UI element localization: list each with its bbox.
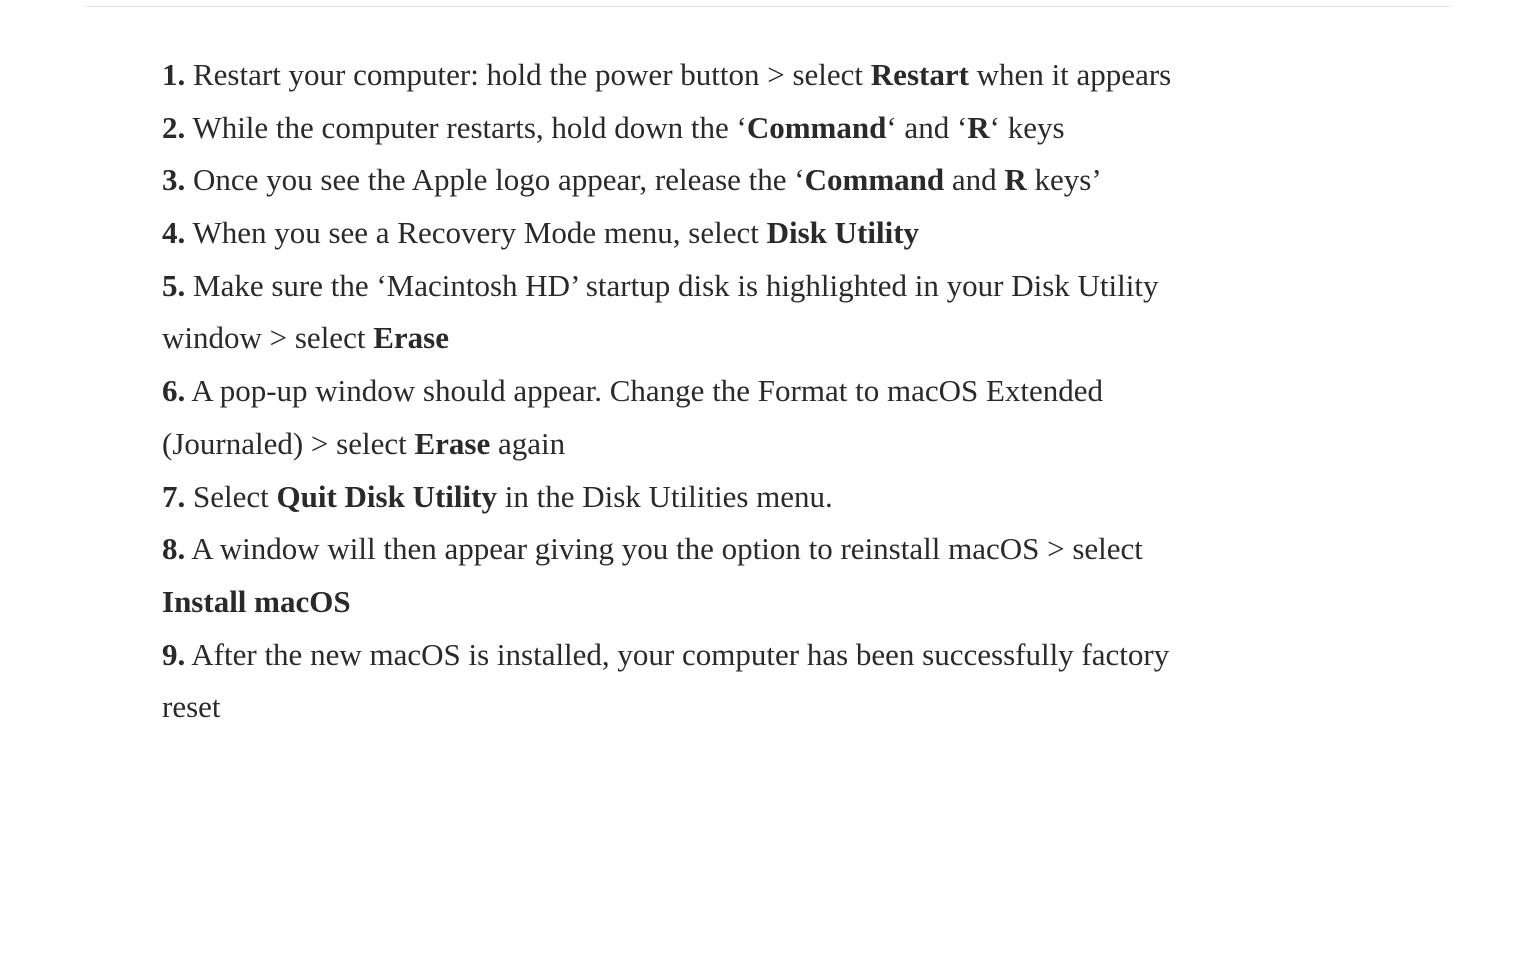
step-text: Select Quit Disk Utility in the Disk Uti… (185, 479, 833, 514)
step-7: 7. Select Quit Disk Utility in the Disk … (162, 471, 1192, 524)
step-number: 1. (162, 57, 185, 92)
step-9: 9. After the new macOS is installed, you… (162, 629, 1192, 734)
step-2: 2. While the computer restarts, hold dow… (162, 102, 1192, 155)
step-text: A pop-up window should appear. Change th… (162, 373, 1103, 461)
step-5: 5. Make sure the ‘Macintosh HD’ startup … (162, 260, 1192, 365)
step-text: Make sure the ‘Macintosh HD’ startup dis… (162, 268, 1158, 356)
step-text: While the computer restarts, hold down t… (185, 110, 1064, 145)
horizontal-rule (85, 6, 1451, 7)
step-text: After the new macOS is installed, your c… (162, 637, 1169, 725)
step-8: 8. A window will then appear giving you … (162, 523, 1192, 628)
step-number: 7. (162, 479, 185, 514)
step-number: 6. (162, 373, 185, 408)
step-text: When you see a Recovery Mode menu, selec… (185, 215, 919, 250)
step-text: Restart your computer: hold the power bu… (185, 57, 1171, 92)
step-6: 6. A pop-up window should appear. Change… (162, 365, 1192, 470)
step-text: Once you see the Apple logo appear, rele… (185, 162, 1101, 197)
step-number: 9. (162, 637, 185, 672)
step-4: 4. When you see a Recovery Mode menu, se… (162, 207, 1192, 260)
step-text: A window will then appear giving you the… (162, 531, 1143, 619)
step-3: 3. Once you see the Apple logo appear, r… (162, 154, 1192, 207)
step-number: 2. (162, 110, 185, 145)
step-number: 8. (162, 531, 185, 566)
instructions-list: 1. Restart your computer: hold the power… (162, 49, 1192, 734)
step-number: 3. (162, 162, 185, 197)
step-number: 5. (162, 268, 185, 303)
step-number: 4. (162, 215, 185, 250)
step-1: 1. Restart your computer: hold the power… (162, 49, 1192, 102)
